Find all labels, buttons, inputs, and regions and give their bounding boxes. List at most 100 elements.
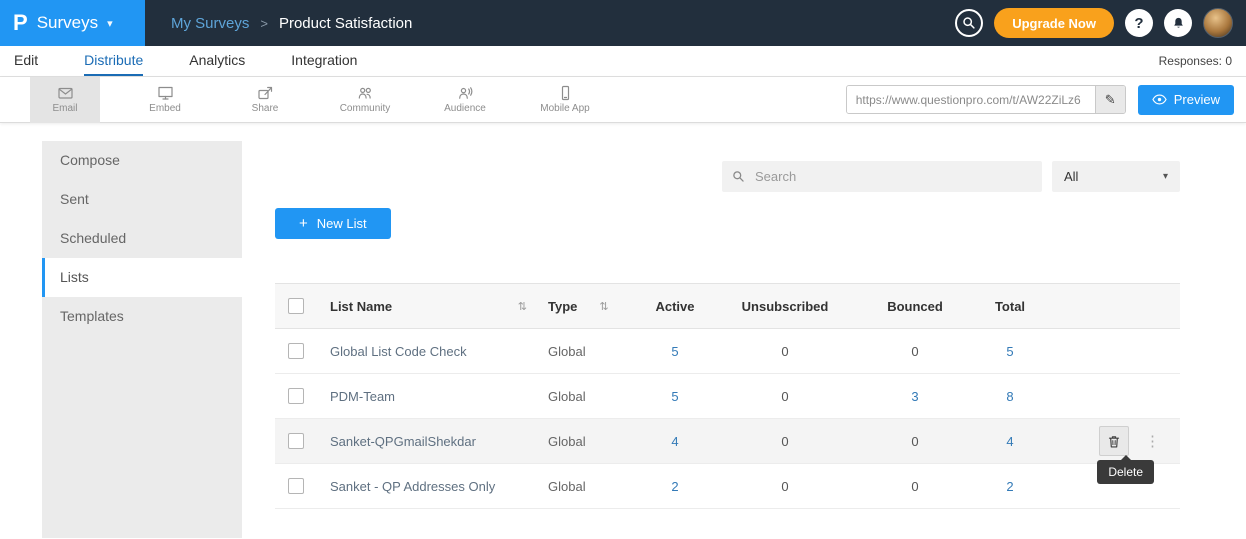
active-count-link[interactable]: 2 [635,479,715,494]
column-header-list-name[interactable]: List Name ⇅ [317,299,535,314]
toolbar-item-audience[interactable]: Audience [430,77,500,123]
bounced-count-link[interactable]: 3 [855,389,975,404]
email-icon [57,85,74,101]
tab-integration[interactable]: Integration [291,46,357,76]
mobile-app-icon [557,85,574,101]
product-label: Surveys [37,13,98,33]
community-icon [357,85,374,101]
list-name-link[interactable]: Sanket - QP Addresses Only [317,479,535,494]
column-header-total: Total [975,299,1045,314]
table-row: Global List Code Check Global 5 0 0 5 [275,329,1180,374]
filter-row: All ▾ [275,161,1180,192]
user-avatar[interactable] [1203,8,1233,38]
unsubscribed-count: 0 [715,344,855,359]
row-checkbox[interactable] [288,343,304,359]
audience-icon [457,85,474,101]
eye-icon [1152,94,1167,105]
toolbar-item-email[interactable]: Email [30,77,100,123]
edit-url-button[interactable]: ✎ [1095,86,1125,113]
sidebar-item-sent[interactable]: Sent [42,180,242,219]
bounced-count: 0 [855,479,975,494]
toolbar-item-mobile-app[interactable]: Mobile App [530,77,600,123]
total-count-link[interactable]: 4 [975,434,1045,449]
row-actions: ⋮ Delete [1045,419,1180,463]
active-count-link[interactable]: 5 [635,344,715,359]
sidebar-item-scheduled[interactable]: Scheduled [42,219,242,258]
new-list-label: New List [317,216,367,231]
row-checkbox[interactable] [288,388,304,404]
lists-content: All ▾ + New List List Name ⇅ Type ⇅ Acti… [242,123,1246,538]
row-checkbox[interactable] [288,433,304,449]
list-name-link[interactable]: PDM-Team [317,389,535,404]
breadcrumb-separator: > [260,16,268,31]
question-mark-icon: ? [1134,15,1143,32]
new-list-button[interactable]: + New List [275,208,391,239]
toolbar-item-label: Share [252,103,279,114]
column-header-unsubscribed: Unsubscribed [715,299,855,314]
active-count-link[interactable]: 4 [635,434,715,449]
toolbar-item-community[interactable]: Community [330,77,400,123]
preview-button[interactable]: Preview [1138,85,1234,115]
column-header-type[interactable]: Type ⇅ [535,299,635,314]
toolbar-item-label: Embed [149,103,181,114]
tab-analytics[interactable]: Analytics [189,46,245,76]
total-count-link[interactable]: 8 [975,389,1045,404]
notifications-button[interactable] [1164,9,1192,37]
tab-distribute[interactable]: Distribute [84,46,143,76]
preview-label: Preview [1174,92,1220,107]
table-row: Sanket - QP Addresses Only Global 2 0 0 … [275,464,1180,509]
unsubscribed-count: 0 [715,479,855,494]
row-more-menu-button[interactable]: ⋮ [1143,432,1162,450]
sidebar-item-templates[interactable]: Templates [42,297,242,336]
survey-url-group: ✎ [846,85,1126,114]
delete-list-button[interactable] [1099,426,1129,456]
trash-icon [1107,434,1121,449]
share-icon [257,85,274,101]
pencil-icon: ✎ [1105,92,1116,108]
tab-edit[interactable]: Edit [14,46,38,76]
chevron-down-icon: ▾ [107,17,113,30]
list-search-input[interactable] [753,168,1032,185]
toolbar-item-embed[interactable]: Embed [130,77,200,123]
topbar-actions: Upgrade Now ? [955,8,1246,38]
sort-icon[interactable]: ⇅ [599,300,608,313]
list-type: Global [535,479,635,494]
filter-selected-value: All [1064,169,1078,184]
total-count-link[interactable]: 2 [975,479,1045,494]
active-count-link[interactable]: 5 [635,389,715,404]
breadcrumb-my-surveys[interactable]: My Surveys [171,15,249,32]
upgrade-now-button[interactable]: Upgrade Now [994,8,1114,38]
sidebar-item-lists[interactable]: Lists [42,258,242,297]
list-filter-dropdown[interactable]: All ▾ [1052,161,1180,192]
help-button[interactable]: ? [1125,9,1153,37]
embed-icon [157,85,174,101]
sidebar-item-compose[interactable]: Compose [42,141,242,180]
surveys-product-menu[interactable]: P Surveys ▾ [0,0,145,46]
chevron-down-icon: ▾ [1163,171,1168,182]
list-type: Global [535,389,635,404]
toolbar-item-share[interactable]: Share [230,77,300,123]
unsubscribed-count: 0 [715,434,855,449]
list-name-link[interactable]: Sanket-QPGmailShekdar [317,434,535,449]
survey-nav-tabs: Edit Distribute Analytics Integration Re… [0,46,1246,77]
toolbar-item-label: Email [52,103,77,114]
page-title: Product Satisfaction [279,15,412,32]
search-icon [962,16,976,30]
list-name-link[interactable]: Global List Code Check [317,344,535,359]
table-row: Sanket-QPGmailShekdar Global 4 0 0 4 ⋮ [275,419,1180,464]
delete-tooltip: Delete [1097,460,1154,484]
plus-icon: + [299,216,308,231]
select-all-checkbox[interactable] [288,298,304,314]
list-search-box [722,161,1042,192]
toolbar-item-label: Audience [444,103,486,114]
list-type: Global [535,434,635,449]
row-checkbox[interactable] [288,478,304,494]
table-row: PDM-Team Global 5 0 3 8 [275,374,1180,419]
sort-icon[interactable]: ⇅ [518,300,527,313]
survey-url-input[interactable] [847,86,1095,113]
questionpro-logo: P [13,12,28,34]
lists-table: List Name ⇅ Type ⇅ Active Unsubscribed B… [275,283,1180,509]
total-count-link[interactable]: 5 [975,344,1045,359]
main-area: Compose Sent Scheduled Lists Templates A… [0,123,1246,538]
global-search-button[interactable] [955,9,983,37]
